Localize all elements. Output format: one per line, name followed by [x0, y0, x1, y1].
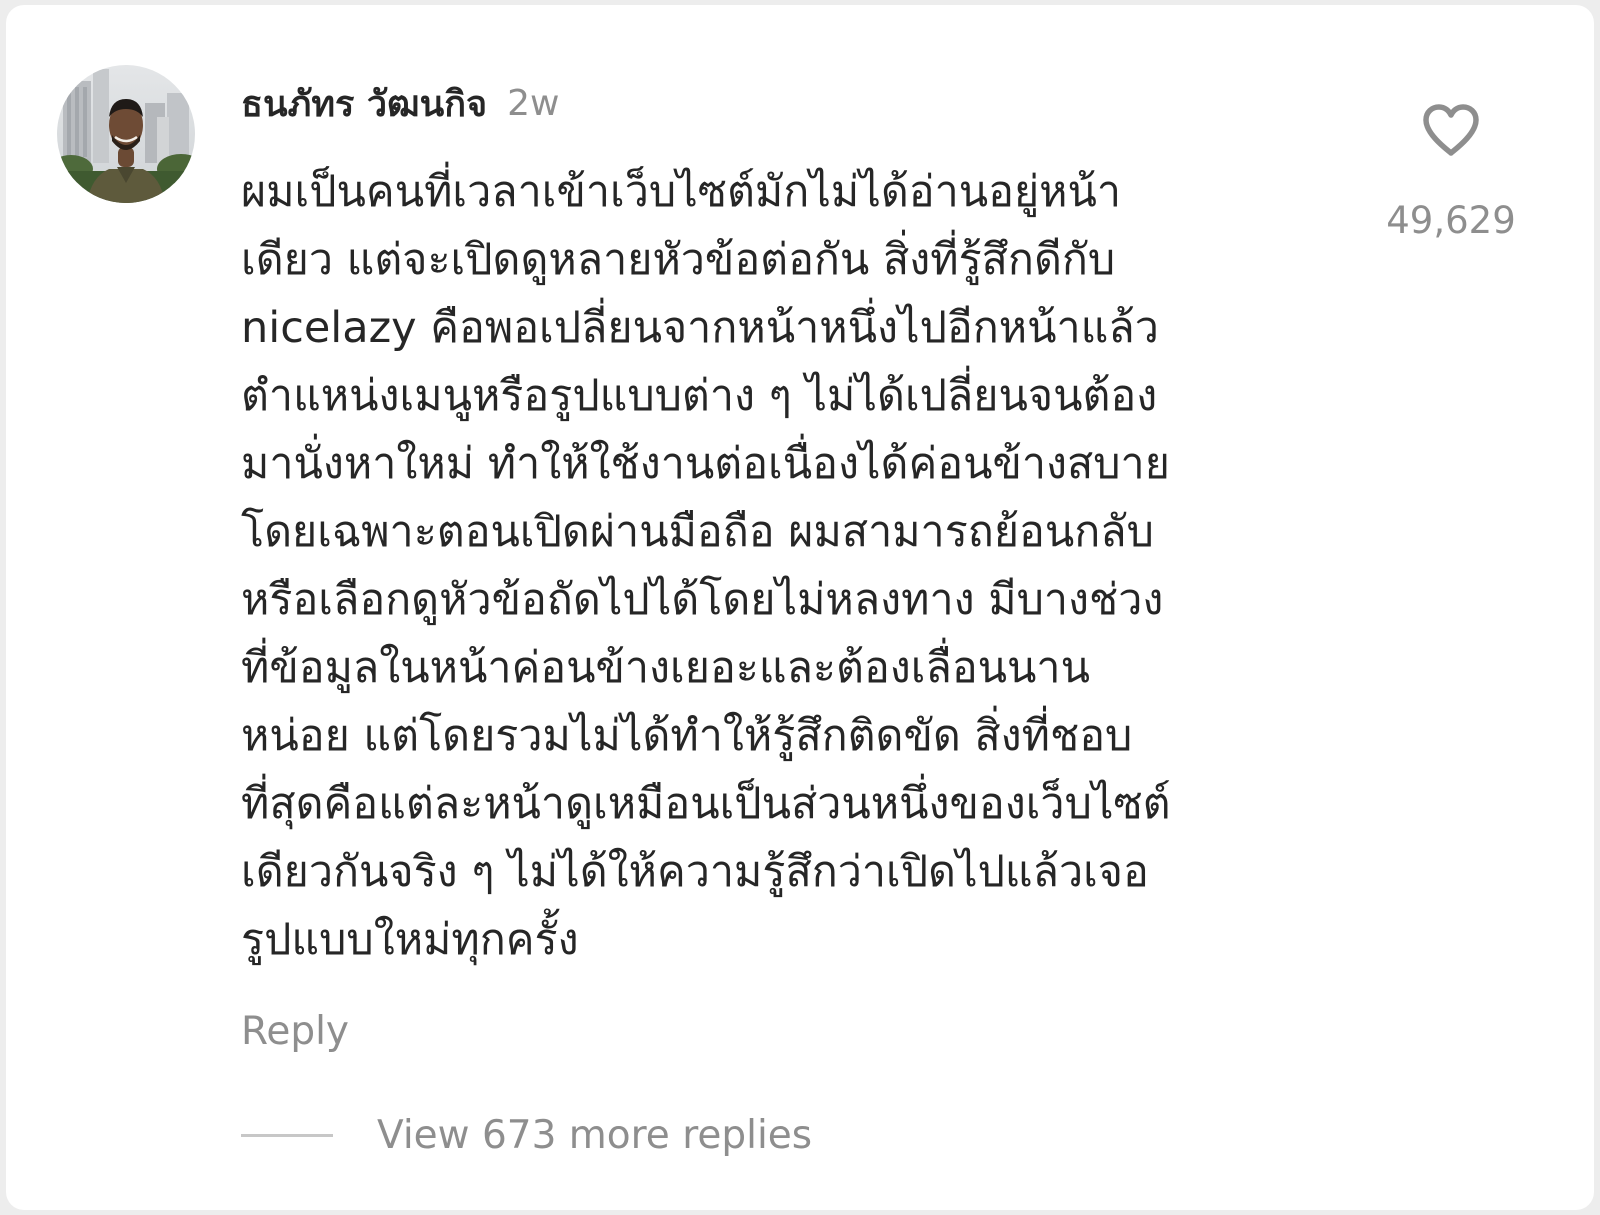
user-avatar[interactable] [57, 65, 195, 203]
comment-line: เดียว แต่จะเปิดดูหลายหัวข้อต่อกัน สิ่งที… [241, 235, 1116, 285]
comment-line: หรือเลือกดูหัวข้อถัดไปได้โดยไม่หลงทาง มี… [241, 575, 1164, 625]
comment-line: ที่สุดคือแต่ละหน้าดูเหมือนเป็นส่วนหนึ่งข… [241, 779, 1171, 829]
comment-line: ตำแหน่งเมนูหรือรูปแบบต่าง ๆ ไม่ได้เปลี่ย… [241, 371, 1158, 421]
comment-card: ธนภัทร วัฒนกิจ 2w ผมเป็นคนที่เวลาเข้าเว็… [6, 5, 1594, 1210]
comment-header: ธนภัทร วัฒนกิจ 2w [241, 79, 560, 127]
comment-line: ผมเป็นคนที่เวลาเข้าเว็บไซต์มักไม่ได้อ่าน… [241, 167, 1122, 217]
comment-line: หน่อย แต่โดยรวมไม่ได้ทำให้รู้สึกติดขัด ส… [241, 711, 1133, 761]
timestamp: 2w [507, 82, 560, 124]
comment-line: nicelazy คือพอเปลี่ยนจากหน้าหนึ่งไปอีกหน… [241, 303, 1159, 353]
view-more-replies-label: View 673 more replies [377, 1113, 813, 1158]
comment-line: โดยเฉพาะตอนเปิดผ่านมือถือ ผมสามารถย้อนกล… [241, 507, 1154, 557]
like-count: 49,629 [1386, 199, 1516, 242]
avatar-photo-icon [57, 65, 195, 203]
comment-line: ที่ข้อมูลในหน้าค่อนข้างเยอะและต้องเลื่อน… [241, 643, 1090, 693]
comment-line: มานั่งหาใหม่ ทำให้ใช้งานต่อเนื่องได้ค่อน… [241, 439, 1170, 489]
comment-line: รูปแบบใหม่ทุกครั้ง [241, 915, 579, 965]
reply-button[interactable]: Reply [241, 1009, 349, 1054]
comment-line: เดียวกันจริง ๆ ไม่ได้ให้ความรู้สึกว่าเปิ… [241, 847, 1149, 897]
comment-body: ผมเป็นคนที่เวลาเข้าเว็บไซต์มักไม่ได้อ่าน… [241, 158, 1361, 974]
heart-outline-icon [1423, 104, 1479, 156]
like-button[interactable] [1422, 103, 1480, 157]
username[interactable]: ธนภัทร วัฒนกิจ [241, 75, 487, 132]
replies-divider [241, 1134, 333, 1137]
view-more-replies-button[interactable]: View 673 more replies [241, 1113, 812, 1158]
